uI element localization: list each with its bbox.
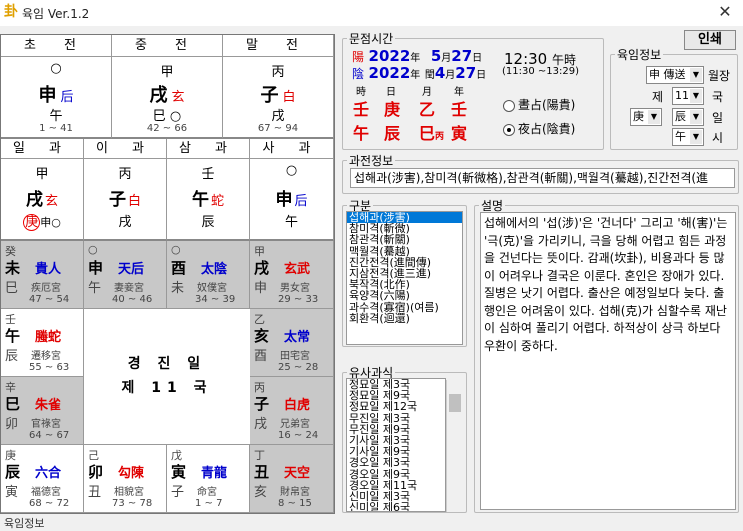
palace-cell: 庚辰六合寅福德宮 68 ~ 72 [1, 445, 84, 513]
palace-cell: 戊寅青龍子命宮 1 ~ 7 [167, 445, 250, 513]
category-item[interactable]: 육양격(六陽) [347, 290, 462, 301]
twelve-palaces: 경 진 일 제 11 국 癸未貴人巳疾厄宮 47 ~ 54 ○ 申天后午妻妾宮 40 ~… [1, 241, 334, 513]
header-sa-gwa: 사 과 [250, 139, 334, 159]
chart-panel: 초 전 중 전 말 전 ○ 申后 午 1 ~ 41 甲 戌玄 巳 ○ 42 ~ … [0, 34, 335, 514]
month-general-label: 월장 [708, 69, 731, 83]
palace-cell: 癸未貴人巳疾厄宮 47 ~ 54 [1, 241, 84, 309]
stem-month: 乙 [419, 100, 436, 119]
window-title: 육임 Ver.1.2 [22, 7, 90, 21]
header-maljeon: 말 전 [223, 35, 334, 57]
palace-cell: 甲戌玄武申男女宮 29 ~ 33 [250, 241, 334, 309]
similar-pattern-item[interactable]: 경오일 제9국 [347, 468, 445, 480]
month-general-select[interactable]: 申 傳送 ▼ [646, 66, 704, 84]
header-chojeon: 초 전 [1, 35, 112, 57]
header-jungjeon: 중 전 [112, 35, 223, 57]
ju-prefix: 제 [652, 90, 664, 104]
close-icon[interactable]: ✕ [713, 2, 737, 22]
status-text: 육임정보 [4, 517, 45, 530]
time-range: (11:30 ~13:29) [502, 66, 579, 77]
scroll-thumb[interactable] [449, 394, 461, 412]
stem-year: 壬 [451, 100, 468, 119]
app-icon: 卦 [4, 4, 18, 20]
lesson-cell-4: ○ 申后 午 [250, 159, 334, 241]
description-text[interactable]: 섭해에서의 '섭(涉)'은 '건너다' 그리고 '해(害)'는 '극(克)'을 … [480, 212, 736, 510]
branch-day: 辰 [384, 124, 401, 143]
palace-cell: 辛巳朱雀卯官祿宮 64 ~ 67 [1, 377, 84, 445]
similar-pattern-item[interactable]: 신미일 제6국 [347, 502, 445, 511]
lesson-cell-3: 壬 午蛇 辰 [167, 159, 250, 241]
three-transmissions: 초 전 중 전 말 전 ○ 申后 午 1 ~ 41 甲 戌玄 巳 ○ 42 ~ … [1, 35, 334, 139]
palace-cell: 己卯勾陳丑相貌宮 73 ~ 78 [84, 445, 167, 513]
header-il-gwa: 일 과 [1, 139, 84, 159]
radio-day-divination[interactable]: 晝占(陽貴) [503, 96, 575, 113]
palace-cell: 丙子白虎戌兄弟宮 16 ~ 24 [250, 377, 334, 445]
palace-cell: 乙亥太常酉田宅宮 25 ~ 28 [250, 309, 334, 377]
transmission-cell-2: 甲 戌玄 巳 ○ 42 ~ 66 [112, 57, 223, 139]
transmission-cell-3: 丙 子白 戌 67 ~ 94 [223, 57, 334, 139]
transmission-cell-1: ○ 申后 午 1 ~ 41 [1, 57, 112, 139]
gwajeon-text-field[interactable]: 섭해과(涉害),참미격(斬微格),참관격(斬關),맥월격(驀越),진간전격(進 [350, 168, 735, 188]
ju-select[interactable]: 11 ▼ [672, 87, 704, 105]
lunar-date: 陰 2022年 閏4月27日 [352, 64, 487, 82]
palace-cell: ○ 申天后午妻妾宮 40 ~ 46 [84, 241, 167, 309]
similar-patterns-list[interactable]: 정묘일 제3국 정묘일 제9국 정묘일 제12국 무진일 제3국 무진일 제9국 기사일 … [346, 378, 446, 512]
similar-pattern-item[interactable]: 정묘일 제12국 [347, 401, 445, 412]
category-item[interactable]: 참관격(斬關) [347, 234, 462, 245]
stem-hour: 壬 [353, 100, 370, 119]
category-item[interactable]: 회환격(迴還) [347, 313, 462, 324]
day-stem-select[interactable]: 庚 ▼ [630, 108, 662, 126]
category-item[interactable]: 과수격(寡宿)(여름) [347, 301, 462, 313]
palace-cell: 丁丑天空亥財帛宮 8 ~ 15 [250, 445, 334, 513]
title-bar: 卦 육임 Ver.1.2 ✕ [0, 0, 743, 26]
day-branch-select[interactable]: 辰 ▼ [672, 108, 704, 126]
stem-day: 庚 [384, 100, 401, 119]
palace-cell: ○ 酉太陰未奴僕宮 34 ~ 39 [167, 241, 250, 309]
hour-branch-select[interactable]: 午 ▼ [672, 128, 704, 146]
header-sam-gwa: 삼 과 [167, 139, 250, 159]
branch-month: 巳丙 [419, 124, 445, 143]
four-lessons: 일 과 이 과 삼 과 사 과 甲 戌玄 庚申○ 丙 子白 戌 壬 午蛇 辰 ○… [1, 139, 334, 241]
hour-label: 시 [712, 131, 724, 145]
solar-date: 陽 2022年 5月27日 [352, 47, 483, 65]
lesson-cell-2: 丙 子白 戌 [84, 159, 167, 241]
similar-pattern-item[interactable]: 경오일 제3국 [347, 457, 445, 468]
category-list[interactable]: 섭해과(涉害) 참미격(斬微) 참관격(斬關) 맥월격(驀越) 진간전격(進間傳) 지삼전… [346, 211, 463, 345]
day-label: 일 [712, 111, 724, 125]
similar-patterns-scrollbar[interactable] [446, 380, 462, 512]
radio-night-divination[interactable]: 夜占(陰貴) [503, 120, 575, 137]
header-i-gwa: 이 과 [84, 139, 167, 159]
center-info: 경 진 일 제 11 국 [84, 309, 251, 445]
palace-cell: 壬午螣蛇辰遷移宮 55 ~ 63 [1, 309, 84, 377]
ju-label: 국 [712, 90, 724, 104]
branch-year: 寅 [451, 124, 468, 143]
branch-hour: 午 [353, 124, 370, 143]
lesson-cell-1: 甲 戌玄 庚申○ [1, 159, 84, 241]
